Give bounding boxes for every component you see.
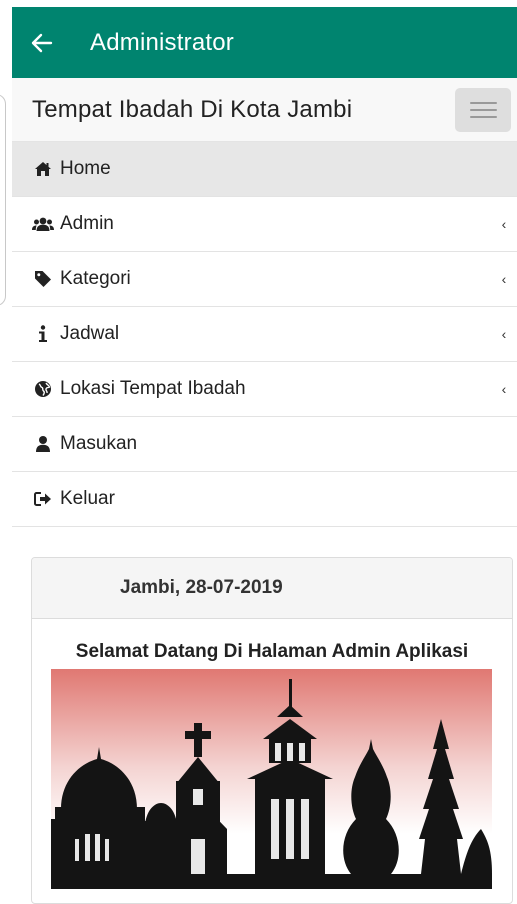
info-icon — [32, 324, 54, 344]
sidebar-item-label: Jadwal — [60, 323, 120, 344]
chevron-left-icon: ‹ — [501, 216, 507, 232]
user-icon — [32, 434, 54, 454]
sidebar-item-label: Admin — [60, 213, 114, 234]
sidebar-item-jadwal[interactable]: Jadwal ‹ — [12, 307, 517, 362]
sidebar-item-label: Kategori — [60, 268, 131, 289]
app-screen: Administrator Tempat Ibadah Di Kota Jamb… — [12, 7, 517, 904]
globe-icon — [32, 379, 54, 399]
welcome-text: Selamat Datang Di Halaman Admin Aplikasi — [75, 641, 469, 662]
hamburger-icon-bar — [469, 115, 497, 118]
sidebar-item-masukan[interactable]: Masukan — [12, 417, 517, 472]
arrow-left-icon — [31, 33, 53, 52]
navbar-brand[interactable]: Tempat Ibadah Di Kota Jambi — [32, 96, 352, 124]
logout-icon — [32, 489, 54, 509]
chevron-left-icon: ‹ — [501, 381, 507, 397]
sidebar-item-admin[interactable]: Admin ‹ — [12, 197, 517, 252]
menu-toggle-button[interactable] — [455, 87, 511, 132]
sidebar-item-label: Lokasi Tempat Ibadah — [60, 378, 246, 399]
sidebar-item-label: Masukan — [60, 433, 138, 454]
sidebar-item-home[interactable]: Home — [12, 142, 517, 197]
sidebar-item-lokasi[interactable]: Lokasi Tempat Ibadah ‹ — [12, 362, 517, 417]
app-bar: Administrator — [12, 7, 517, 78]
scroll-edge-indicator — [0, 94, 6, 306]
back-button[interactable] — [12, 7, 72, 78]
chevron-left-icon: ‹ — [501, 326, 507, 342]
users-icon — [32, 214, 54, 234]
welcome-panel: Jambi, 28-07-2019 Selamat Datang Di Hala… — [31, 557, 513, 904]
panel-body: Selamat Datang Di Halaman Admin Aplikasi — [32, 641, 512, 889]
panel-heading-date: Jambi, 28-07-2019 — [32, 558, 512, 619]
sidebar-item-kategori[interactable]: Kategori ‹ — [12, 252, 517, 307]
navbar-header: Tempat Ibadah Di Kota Jambi — [12, 78, 517, 142]
sidebar-menu: Home Admin ‹ Kategori ‹ Jadwal ‹ Lokasi … — [12, 142, 517, 527]
app-title: Administrator — [90, 28, 234, 56]
sidebar-item-label: Home — [60, 158, 111, 179]
hamburger-icon-bar — [469, 101, 497, 104]
places-of-worship-silhouette — [51, 669, 492, 889]
sidebar-item-label: Keluar — [60, 488, 115, 509]
home-icon — [32, 159, 54, 179]
sidebar-item-keluar[interactable]: Keluar — [12, 472, 517, 527]
hamburger-icon-bar — [469, 108, 497, 111]
tag-icon — [32, 269, 54, 289]
chevron-left-icon: ‹ — [501, 271, 507, 287]
